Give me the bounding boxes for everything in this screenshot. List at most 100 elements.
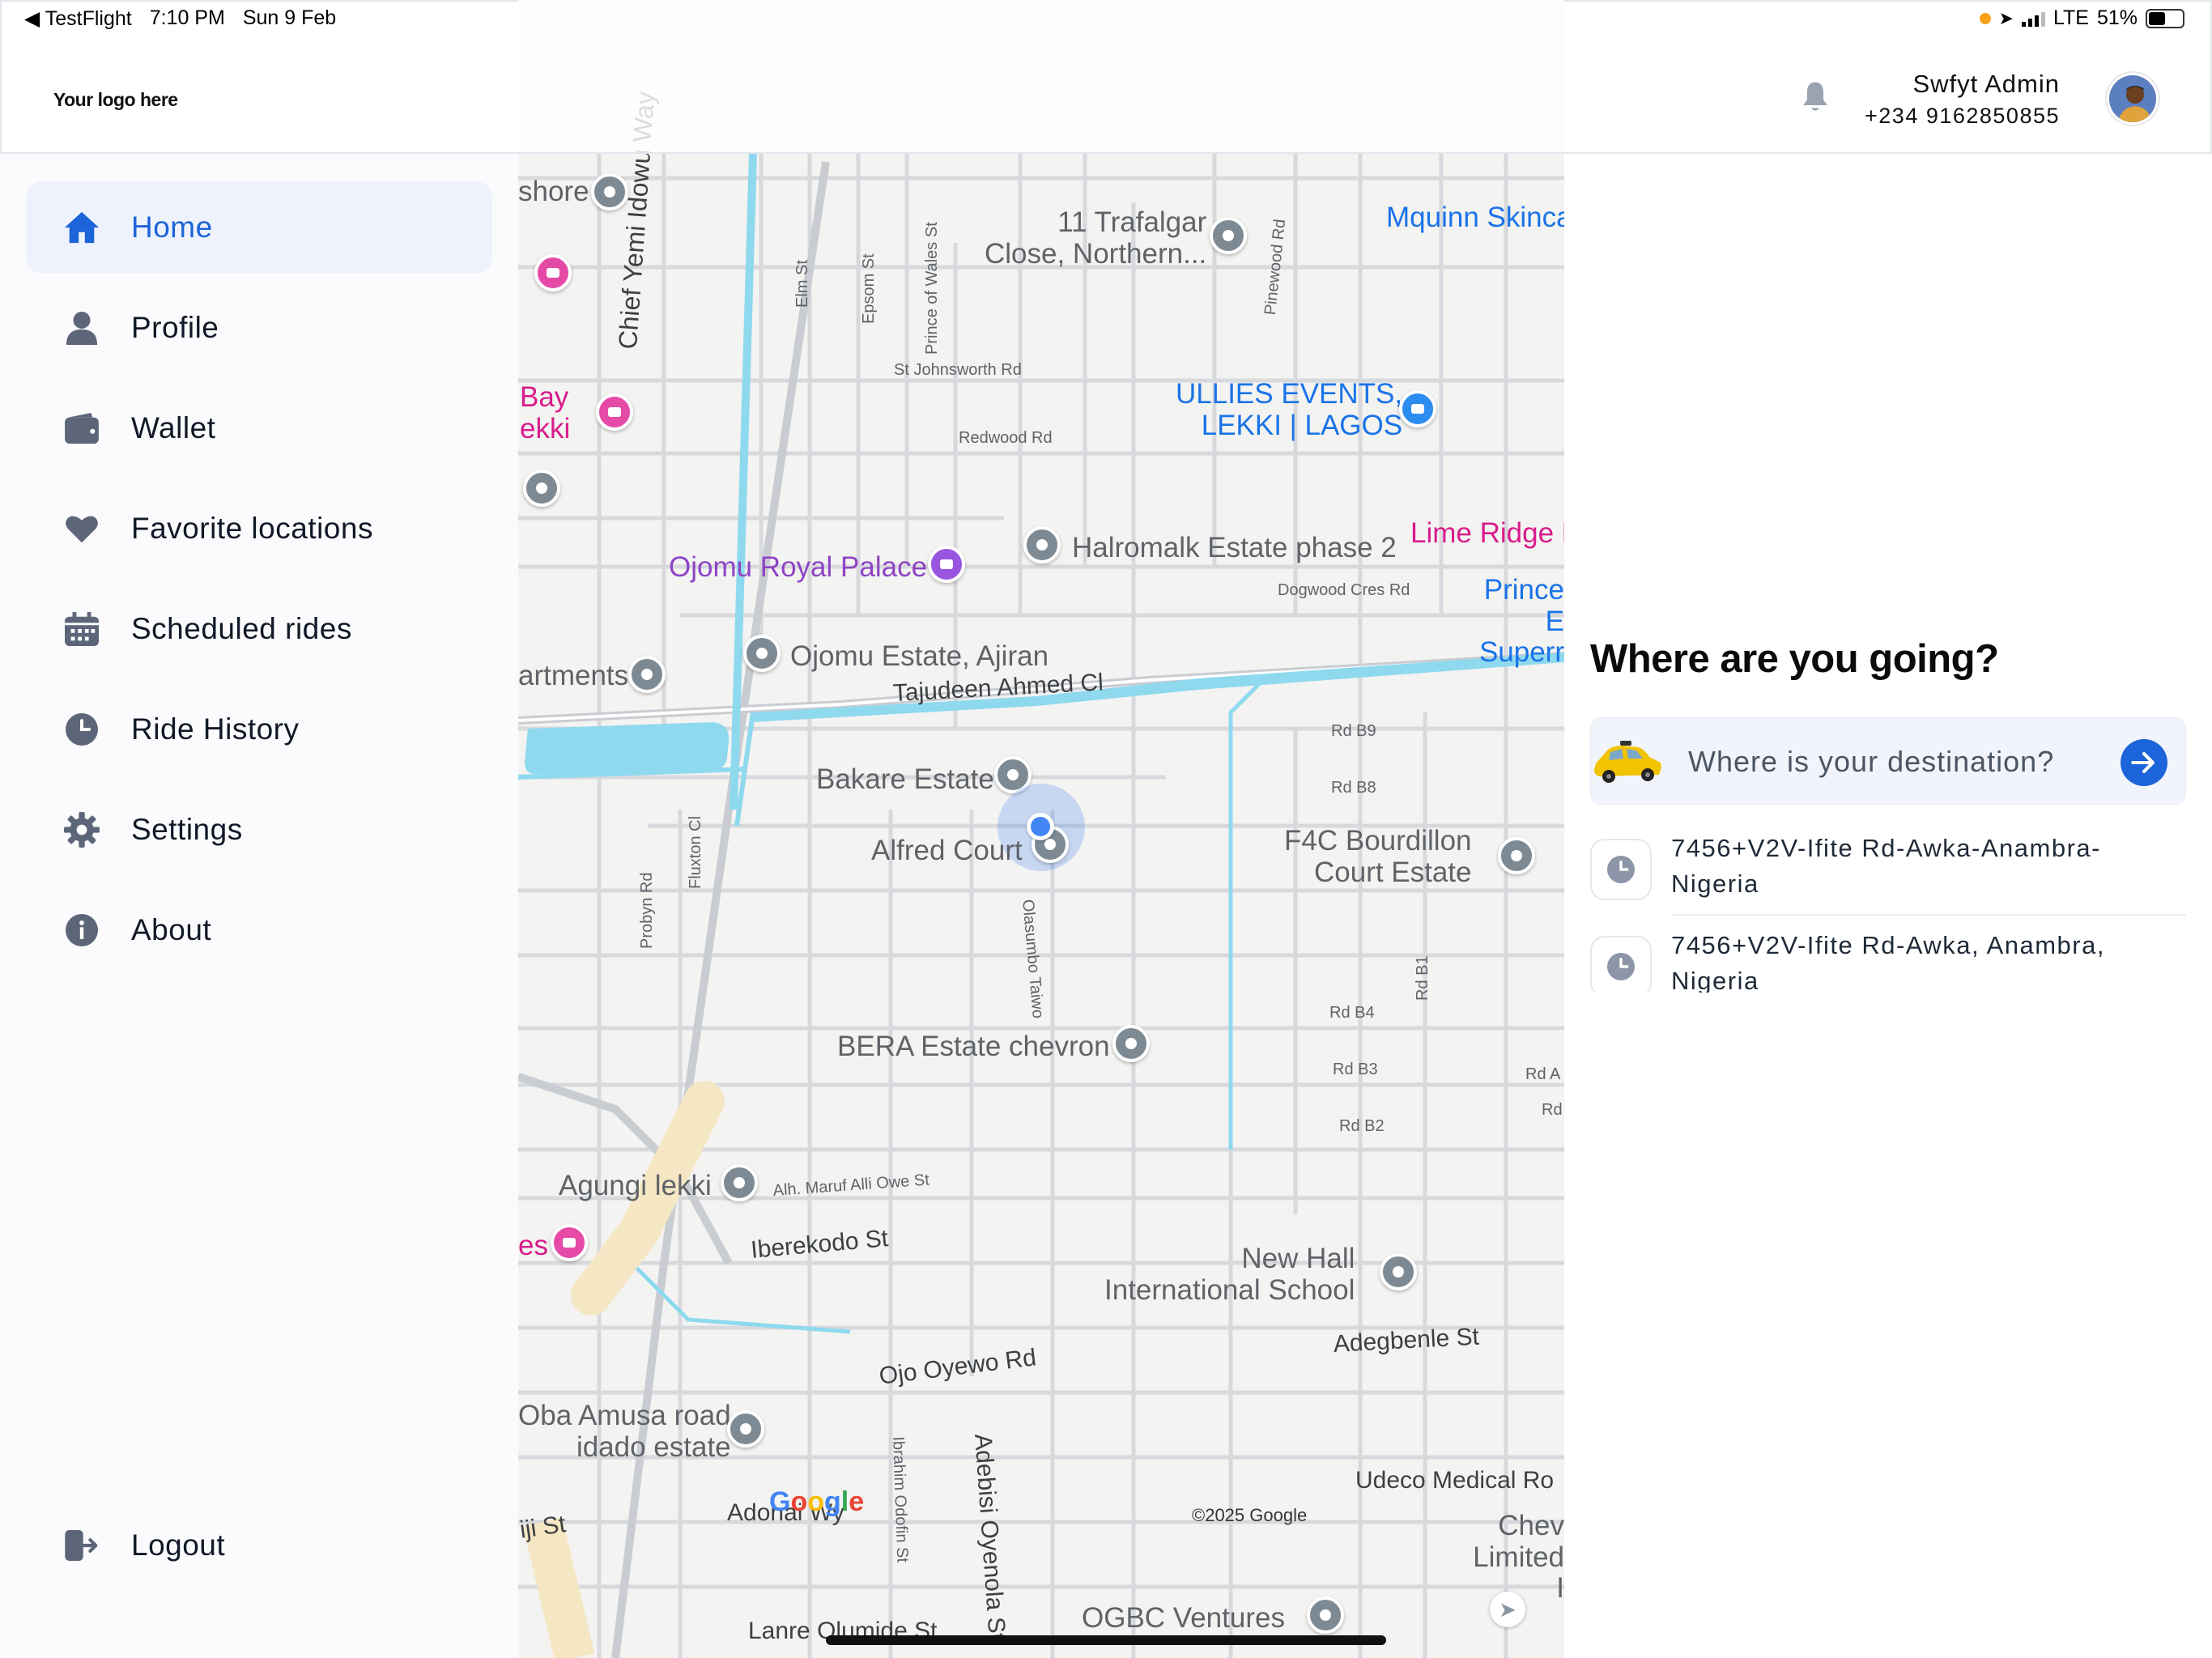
taxi-icon (1594, 741, 1661, 783)
hotel-pin-icon[interactable] (534, 254, 572, 291)
user-phone: +234 9162850855 (1865, 104, 2060, 128)
place-pin-icon[interactable] (727, 1410, 764, 1448)
wallet-icon (63, 410, 100, 447)
recent-destination-item[interactable]: 7456+V2V-Ifite Rd-Awka-Anambra-Nigeria (1590, 823, 2186, 920)
user-name: Swfyt Admin (1912, 70, 2060, 98)
place-lime-ridge[interactable]: Lime Ridge H (1410, 517, 1564, 550)
map-view[interactable]: shore 11 Trafalgar Close, Northern... Mq… (518, 0, 1564, 1658)
sidebar-item-wallet[interactable]: Wallet (26, 382, 492, 474)
sidebar-item-settings[interactable]: Settings (26, 784, 492, 876)
place-ogbc[interactable]: OGBC Ventures (1082, 1602, 1285, 1635)
street-prince-of-wales: Prince of Wales St (923, 222, 941, 355)
street-redwood: Redwood Rd (959, 429, 1053, 447)
battery-icon (2146, 8, 2184, 28)
place-bera[interactable]: BERA Estate chevron (837, 1031, 1110, 1063)
shop-pin-icon[interactable] (1399, 390, 1436, 427)
network-label: LTE (2052, 6, 2089, 29)
place-oba-amusa[interactable]: Oba Amusa road idado estate (518, 1400, 731, 1463)
recent-destination-item[interactable]: 7456+V2V-Ifite Rd-Awka, Anambra, Nigeria (1590, 920, 2186, 993)
place-prince[interactable]: Prince E Superr (1461, 574, 1564, 669)
destination-input[interactable] (1688, 738, 2077, 786)
street-rd-b4: Rd B4 (1329, 1004, 1375, 1022)
place-pin-icon[interactable] (1023, 526, 1061, 563)
place-ojomu-estate[interactable]: Ojomu Estate, Ajiran (790, 640, 1049, 673)
user-icon (63, 309, 100, 346)
place-pin-icon[interactable] (1112, 1025, 1150, 1062)
sidebar-item-ride-history[interactable]: Ride History (26, 683, 492, 776)
privacy-indicator-icon (1979, 12, 1991, 24)
school-pin-icon[interactable] (1380, 1253, 1417, 1290)
place-trafalgar[interactable]: 11 Trafalgar Close, Northern... (985, 206, 1206, 270)
place-pin-icon[interactable] (1498, 837, 1535, 874)
sidebar-item-scheduled-rides[interactable]: Scheduled rides (26, 583, 492, 675)
sidebar-item-label: Profile (131, 311, 219, 344)
hotel-pin-icon[interactable] (551, 1224, 588, 1261)
location-arrow-icon: ➤ (1998, 7, 2014, 28)
place-pin-icon[interactable] (721, 1164, 758, 1201)
street-rd-b2: Rd B2 (1339, 1117, 1385, 1135)
go-button[interactable] (2121, 739, 2167, 786)
place-mquinn[interactable]: Mquinn Skinca (1386, 202, 1564, 234)
street-rd-a: Rd A (1525, 1065, 1561, 1083)
recent-destination-address: 7456+V2V-Ifite Rd-Awka, Anambra, Nigeria (1671, 931, 2105, 993)
hotel-pin-icon[interactable] (596, 393, 633, 431)
sidebar-item-label: Favorite locations (131, 512, 373, 545)
back-to-app-link[interactable]: ◀ TestFlight (24, 6, 132, 31)
home-icon (63, 209, 100, 246)
page-title: Where are you going? (1590, 637, 1999, 681)
place-halromalk[interactable]: Halromalk Estate phase 2 (1072, 532, 1397, 564)
place-alfred-court[interactable]: Alfred Court (871, 835, 1023, 867)
avatar[interactable] (2107, 73, 2159, 125)
place-ullies[interactable]: ULLIES EVENTS, LEKKI | LAGOS (1176, 378, 1402, 441)
home-indicator[interactable] (826, 1635, 1386, 1645)
place-pin-icon[interactable] (1307, 1596, 1344, 1634)
sidebar-item-favorite-locations[interactable]: Favorite locations (26, 483, 492, 575)
place-pin-icon[interactable] (523, 470, 560, 507)
status-time: 7:10 PM (149, 6, 225, 29)
place-es[interactable]: es (518, 1230, 548, 1262)
place-bay[interactable]: Bay ekki (520, 381, 570, 444)
sidebar-item-label: About (131, 913, 212, 946)
street-elm: Elm St (793, 260, 811, 308)
place-bakare[interactable]: Bakare Estate (816, 763, 994, 796)
place-pin-icon[interactable] (628, 656, 666, 693)
sidebar-item-profile[interactable]: Profile (26, 282, 492, 374)
place-agungi[interactable]: Agungi lekki (559, 1170, 712, 1202)
sidebar-item-home[interactable]: Home (26, 181, 492, 274)
sidebar-item-label: Home (131, 210, 213, 244)
street-johnsworth: St Johnsworth Rd (894, 361, 1022, 379)
sidebar-item-label: Settings (131, 813, 243, 846)
destination-panel: Where are you going? 7456+V2V-Ifite Rd-A… (1564, 154, 2212, 1658)
street-rd-b9: Rd B9 (1331, 722, 1376, 740)
place-apartments[interactable]: artments (518, 660, 628, 692)
app-logo[interactable]: Your logo here (53, 89, 178, 111)
sidebar-item-label: Wallet (131, 411, 216, 444)
landmark-pin-icon[interactable] (928, 546, 965, 583)
street-rd-b8: Rd B8 (1331, 779, 1376, 797)
status-date: Sun 9 Feb (242, 6, 337, 29)
street-udeco: Udeco Medical Ro (1355, 1467, 1555, 1494)
sidebar-item-label: Scheduled rides (131, 612, 352, 645)
street-dogwood: Dogwood Cres Rd (1278, 581, 1410, 599)
map-copyright: ©2025 Google (1192, 1505, 1308, 1525)
sidebar: Home Profile Wallet Favorite locations S… (0, 154, 518, 1658)
place-newhall[interactable]: New Hall International School (1104, 1243, 1355, 1306)
place-f4c[interactable]: F4C Bourdillon Court Estate (1284, 825, 1472, 888)
current-location-dot (1027, 813, 1054, 840)
place-ojomu-palace[interactable]: Ojomu Royal Palace (669, 551, 927, 584)
place-chev[interactable]: Chev Limited I (1459, 1510, 1564, 1605)
logout-button[interactable]: Logout (26, 1499, 492, 1592)
calendar-icon (63, 610, 100, 648)
bell-icon[interactable] (1799, 79, 1831, 115)
street-probyn: Probyn Rd (638, 872, 656, 950)
destination-search[interactable] (1590, 717, 2186, 805)
clock-icon (63, 711, 100, 748)
place-shore[interactable]: shore (518, 176, 589, 208)
gear-icon (63, 811, 100, 848)
compass-icon[interactable]: ➤ (1490, 1592, 1525, 1627)
place-pin-icon[interactable] (1210, 217, 1247, 254)
street-epsom: Epsom St (860, 253, 878, 324)
sidebar-item-label: Ride History (131, 712, 300, 746)
sidebar-item-about[interactable]: About (26, 884, 492, 976)
place-pin-icon[interactable] (743, 635, 781, 672)
